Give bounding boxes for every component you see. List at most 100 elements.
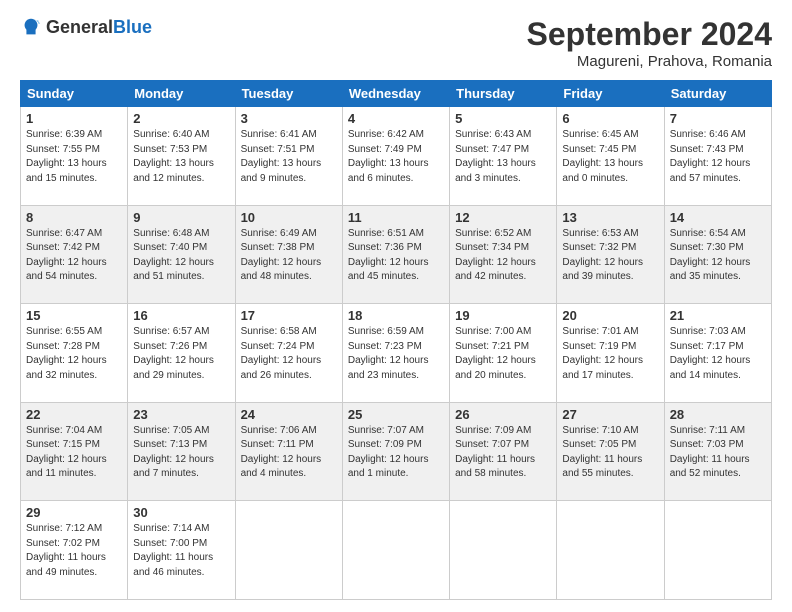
day-detail: Sunrise: 7:03 AM Sunset: 7:17 PM Dayligh… bbox=[670, 325, 766, 383]
logo-general: General bbox=[46, 17, 113, 37]
weekday-header-thursday: Thursday bbox=[450, 81, 557, 107]
calendar-cell: 1 Sunrise: 6:39 AM Sunset: 7:55 PM Daylig… bbox=[21, 107, 128, 206]
calendar-table: SundayMondayTuesdayWednesdayThursdayFrid… bbox=[20, 80, 772, 600]
day-detail: Sunrise: 6:46 AM Sunset: 7:43 PM Dayligh… bbox=[670, 128, 766, 186]
calendar-cell: 19 Sunrise: 7:00 AM Sunset: 7:21 PM Dayli… bbox=[450, 304, 557, 403]
calendar-cell: 12 Sunrise: 6:52 AM Sunset: 7:34 PM Dayli… bbox=[450, 205, 557, 304]
calendar-cell: 20 Sunrise: 7:01 AM Sunset: 7:19 PM Dayli… bbox=[557, 304, 664, 403]
calendar-cell: 29 Sunrise: 7:12 AM Sunset: 7:02 PM Dayli… bbox=[21, 501, 128, 600]
page: GeneralBlue September 2024 Magureni, Pra… bbox=[0, 0, 792, 612]
day-detail: Sunrise: 6:53 AM Sunset: 7:32 PM Dayligh… bbox=[562, 227, 658, 285]
day-detail: Sunrise: 6:55 AM Sunset: 7:28 PM Dayligh… bbox=[26, 325, 122, 383]
calendar-week-3: 15 Sunrise: 6:55 AM Sunset: 7:28 PM Dayli… bbox=[21, 304, 772, 403]
day-number: 20 bbox=[562, 308, 658, 323]
day-number: 1 bbox=[26, 111, 122, 126]
calendar-cell: 9 Sunrise: 6:48 AM Sunset: 7:40 PM Daylig… bbox=[128, 205, 235, 304]
day-number: 14 bbox=[670, 210, 766, 225]
weekday-header-friday: Friday bbox=[557, 81, 664, 107]
calendar-week-1: 1 Sunrise: 6:39 AM Sunset: 7:55 PM Daylig… bbox=[21, 107, 772, 206]
day-number: 3 bbox=[241, 111, 337, 126]
calendar-cell: 25 Sunrise: 7:07 AM Sunset: 7:09 PM Dayli… bbox=[342, 402, 449, 501]
day-detail: Sunrise: 6:45 AM Sunset: 7:45 PM Dayligh… bbox=[562, 128, 658, 186]
calendar-cell: 22 Sunrise: 7:04 AM Sunset: 7:15 PM Dayli… bbox=[21, 402, 128, 501]
day-number: 13 bbox=[562, 210, 658, 225]
day-number: 26 bbox=[455, 407, 551, 422]
day-number: 9 bbox=[133, 210, 229, 225]
day-number: 18 bbox=[348, 308, 444, 323]
day-number: 19 bbox=[455, 308, 551, 323]
day-number: 22 bbox=[26, 407, 122, 422]
title-block: September 2024 Magureni, Prahova, Romani… bbox=[527, 16, 772, 70]
calendar-cell: 18 Sunrise: 6:59 AM Sunset: 7:23 PM Dayli… bbox=[342, 304, 449, 403]
day-detail: Sunrise: 7:14 AM Sunset: 7:00 PM Dayligh… bbox=[133, 522, 229, 580]
day-detail: Sunrise: 6:54 AM Sunset: 7:30 PM Dayligh… bbox=[670, 227, 766, 285]
calendar-cell: 30Sunrise: 7:14 AM Sunset: 7:00 PM Dayli… bbox=[128, 501, 235, 600]
weekday-header-wednesday: Wednesday bbox=[342, 81, 449, 107]
calendar-cell: 4Sunrise: 6:42 AM Sunset: 7:49 PM Daylig… bbox=[342, 107, 449, 206]
day-number: 7 bbox=[670, 111, 766, 126]
calendar-cell: 17Sunrise: 6:58 AM Sunset: 7:24 PM Dayli… bbox=[235, 304, 342, 403]
day-detail: Sunrise: 6:48 AM Sunset: 7:40 PM Dayligh… bbox=[133, 227, 229, 285]
day-detail: Sunrise: 7:06 AM Sunset: 7:11 PM Dayligh… bbox=[241, 424, 337, 482]
calendar-cell: 14 Sunrise: 6:54 AM Sunset: 7:30 PM Dayli… bbox=[664, 205, 771, 304]
logo-text: GeneralBlue bbox=[46, 17, 152, 38]
day-number: 17 bbox=[241, 308, 337, 323]
day-number: 15 bbox=[26, 308, 122, 323]
calendar-cell: 27Sunrise: 7:10 AM Sunset: 7:05 PM Dayli… bbox=[557, 402, 664, 501]
calendar-cell: 13 Sunrise: 6:53 AM Sunset: 7:32 PM Dayli… bbox=[557, 205, 664, 304]
calendar-cell: 2Sunrise: 6:40 AM Sunset: 7:53 PM Daylig… bbox=[128, 107, 235, 206]
weekday-header-tuesday: Tuesday bbox=[235, 81, 342, 107]
calendar-cell: 23 Sunrise: 7:05 AM Sunset: 7:13 PM Dayli… bbox=[128, 402, 235, 501]
day-detail: Sunrise: 7:00 AM Sunset: 7:21 PM Dayligh… bbox=[455, 325, 551, 383]
calendar-cell bbox=[664, 501, 771, 600]
day-detail: Sunrise: 6:42 AM Sunset: 7:49 PM Dayligh… bbox=[348, 128, 444, 186]
day-number: 12 bbox=[455, 210, 551, 225]
calendar-cell: 11Sunrise: 6:51 AM Sunset: 7:36 PM Dayli… bbox=[342, 205, 449, 304]
day-detail: Sunrise: 7:01 AM Sunset: 7:19 PM Dayligh… bbox=[562, 325, 658, 383]
day-detail: Sunrise: 6:52 AM Sunset: 7:34 PM Dayligh… bbox=[455, 227, 551, 285]
day-number: 29 bbox=[26, 505, 122, 520]
day-number: 28 bbox=[670, 407, 766, 422]
logo-blue: Blue bbox=[113, 17, 152, 37]
calendar-cell: 3Sunrise: 6:41 AM Sunset: 7:51 PM Daylig… bbox=[235, 107, 342, 206]
calendar-week-2: 8 Sunrise: 6:47 AM Sunset: 7:42 PM Daylig… bbox=[21, 205, 772, 304]
day-number: 10 bbox=[241, 210, 337, 225]
calendar-cell: 6 Sunrise: 6:45 AM Sunset: 7:45 PM Daylig… bbox=[557, 107, 664, 206]
weekday-header-sunday: Sunday bbox=[21, 81, 128, 107]
month-title: September 2024 bbox=[527, 16, 772, 53]
day-detail: Sunrise: 7:10 AM Sunset: 7:05 PM Dayligh… bbox=[562, 424, 658, 482]
calendar-week-5: 29 Sunrise: 7:12 AM Sunset: 7:02 PM Dayli… bbox=[21, 501, 772, 600]
calendar-week-4: 22 Sunrise: 7:04 AM Sunset: 7:15 PM Dayli… bbox=[21, 402, 772, 501]
day-detail: Sunrise: 6:57 AM Sunset: 7:26 PM Dayligh… bbox=[133, 325, 229, 383]
calendar-cell: 24Sunrise: 7:06 AM Sunset: 7:11 PM Dayli… bbox=[235, 402, 342, 501]
weekday-header-monday: Monday bbox=[128, 81, 235, 107]
day-detail: Sunrise: 7:05 AM Sunset: 7:13 PM Dayligh… bbox=[133, 424, 229, 482]
day-number: 8 bbox=[26, 210, 122, 225]
logo: GeneralBlue bbox=[20, 16, 152, 38]
day-detail: Sunrise: 6:40 AM Sunset: 7:53 PM Dayligh… bbox=[133, 128, 229, 186]
calendar-cell: 8 Sunrise: 6:47 AM Sunset: 7:42 PM Daylig… bbox=[21, 205, 128, 304]
calendar-cell bbox=[342, 501, 449, 600]
day-number: 5 bbox=[455, 111, 551, 126]
day-detail: Sunrise: 6:39 AM Sunset: 7:55 PM Dayligh… bbox=[26, 128, 122, 186]
weekday-header-saturday: Saturday bbox=[664, 81, 771, 107]
calendar-cell: 10Sunrise: 6:49 AM Sunset: 7:38 PM Dayli… bbox=[235, 205, 342, 304]
day-detail: Sunrise: 7:04 AM Sunset: 7:15 PM Dayligh… bbox=[26, 424, 122, 482]
day-number: 25 bbox=[348, 407, 444, 422]
logo-icon bbox=[20, 16, 42, 38]
day-detail: Sunrise: 6:47 AM Sunset: 7:42 PM Dayligh… bbox=[26, 227, 122, 285]
day-detail: Sunrise: 7:07 AM Sunset: 7:09 PM Dayligh… bbox=[348, 424, 444, 482]
calendar-cell: 28Sunrise: 7:11 AM Sunset: 7:03 PM Dayli… bbox=[664, 402, 771, 501]
calendar-cell: 5 Sunrise: 6:43 AM Sunset: 7:47 PM Daylig… bbox=[450, 107, 557, 206]
calendar-cell: 21Sunrise: 7:03 AM Sunset: 7:17 PM Dayli… bbox=[664, 304, 771, 403]
day-detail: Sunrise: 7:12 AM Sunset: 7:02 PM Dayligh… bbox=[26, 522, 122, 580]
calendar-cell: 16 Sunrise: 6:57 AM Sunset: 7:26 PM Dayli… bbox=[128, 304, 235, 403]
calendar-cell bbox=[557, 501, 664, 600]
day-number: 16 bbox=[133, 308, 229, 323]
calendar-body: 1 Sunrise: 6:39 AM Sunset: 7:55 PM Daylig… bbox=[21, 107, 772, 600]
day-detail: Sunrise: 6:59 AM Sunset: 7:23 PM Dayligh… bbox=[348, 325, 444, 383]
header: GeneralBlue September 2024 Magureni, Pra… bbox=[20, 16, 772, 70]
day-detail: Sunrise: 6:43 AM Sunset: 7:47 PM Dayligh… bbox=[455, 128, 551, 186]
day-number: 23 bbox=[133, 407, 229, 422]
day-number: 6 bbox=[562, 111, 658, 126]
